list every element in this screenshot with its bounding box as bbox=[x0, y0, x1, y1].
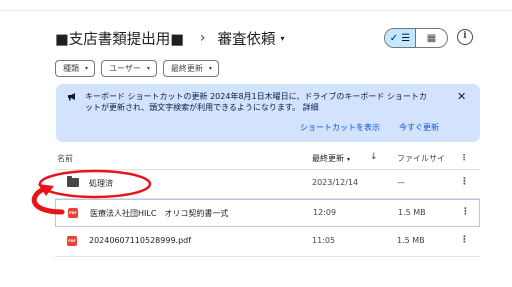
top-divider bbox=[0, 10, 512, 11]
list-view-button[interactable]: ✓ ☰ bbox=[385, 29, 417, 47]
megaphone-icon bbox=[68, 93, 75, 101]
breadcrumb-separator-icon: › bbox=[199, 30, 206, 46]
filter-type-chip[interactable]: 種類 ▾ bbox=[55, 60, 96, 77]
view-toggle: ✓ ☰ ▦ bbox=[384, 28, 448, 48]
breadcrumb-current[interactable]: 審査依頼 bbox=[218, 28, 276, 49]
chip-label: 種類 bbox=[63, 64, 79, 73]
sort-direction-icon[interactable]: ↓ bbox=[370, 152, 378, 162]
pdf-icon: PDF bbox=[68, 208, 78, 218]
annotation-arrowhead bbox=[38, 184, 54, 196]
chevron-down-icon: ▾ bbox=[347, 156, 351, 163]
more-options-icon[interactable]: ⋮ bbox=[460, 235, 469, 245]
file-name: 20240607110528999.pdf bbox=[89, 236, 192, 245]
file-name: 処理済 bbox=[89, 179, 113, 188]
chip-label: ユーザー bbox=[109, 64, 141, 73]
column-header-modified[interactable]: 最終更新 ▾ bbox=[312, 153, 350, 164]
table-row[interactable]: PDF 医療法人社団HILC オリコ契約書一式 12:09 1.5 MB ⋮ bbox=[55, 199, 480, 227]
column-options-icon[interactable]: ⋮ bbox=[460, 153, 468, 162]
chip-label: 最終更新 bbox=[170, 64, 203, 73]
chevron-down-icon: ▾ bbox=[85, 65, 89, 72]
file-modified: 2023/12/14 bbox=[312, 178, 359, 187]
column-header-modified-label: 最終更新 bbox=[312, 154, 344, 163]
filter-chips: 種類 ▾ ユーザー ▾ 最終更新 ▾ bbox=[55, 60, 219, 77]
shortcut-update-banner: キーボード ショートカットの更新 2024年8月1日木曜日に、ドライブのキーボー… bbox=[56, 84, 480, 142]
breadcrumb: ■支店書類提出用■ › 審査依頼 ▾ bbox=[55, 27, 285, 49]
file-name: 医療法人社団HILC オリコ契約書一式 bbox=[90, 209, 229, 218]
table-row[interactable]: 処理済 2023/12/14 — ⋮ bbox=[55, 170, 480, 198]
column-header-size[interactable]: ファイルサイ bbox=[397, 153, 445, 164]
table-row[interactable]: PDF 20240607110528999.pdf 11:05 1.5 MB ⋮ bbox=[55, 228, 480, 256]
file-modified: 11:05 bbox=[312, 236, 336, 245]
file-size: 1.5 MB bbox=[398, 208, 426, 217]
pdf-icon: PDF bbox=[67, 236, 77, 246]
file-modified: 12:09 bbox=[313, 208, 337, 217]
breadcrumb-parent[interactable]: ■支店書類提出用■ bbox=[55, 28, 184, 49]
row-divider bbox=[55, 256, 480, 257]
folder-icon bbox=[67, 176, 79, 187]
column-header-name[interactable]: 名前 bbox=[57, 153, 73, 164]
banner-message: キーボード ショートカットの更新 2024年8月1日木曜日に、ドライブのキーボー… bbox=[85, 92, 427, 112]
show-shortcuts-link[interactable]: ショートカットを表示 bbox=[300, 122, 380, 133]
chevron-down-icon: ▾ bbox=[146, 65, 150, 72]
info-icon[interactable]: i bbox=[457, 29, 473, 45]
chevron-down-icon: ▾ bbox=[208, 65, 212, 72]
grid-view-button[interactable]: ▦ bbox=[416, 29, 447, 47]
update-now-link[interactable]: 今すぐ更新 bbox=[399, 122, 439, 133]
close-icon[interactable]: ✕ bbox=[457, 90, 466, 103]
more-options-icon[interactable]: ⋮ bbox=[460, 177, 469, 187]
file-size: 1.5 MB bbox=[397, 236, 425, 245]
filter-user-chip[interactable]: ユーザー ▾ bbox=[101, 60, 157, 77]
filter-modified-chip[interactable]: 最終更新 ▾ bbox=[162, 60, 219, 77]
file-size: — bbox=[397, 178, 405, 187]
breadcrumb-caret-icon[interactable]: ▾ bbox=[281, 34, 285, 43]
more-options-icon[interactable]: ⋮ bbox=[461, 207, 470, 217]
